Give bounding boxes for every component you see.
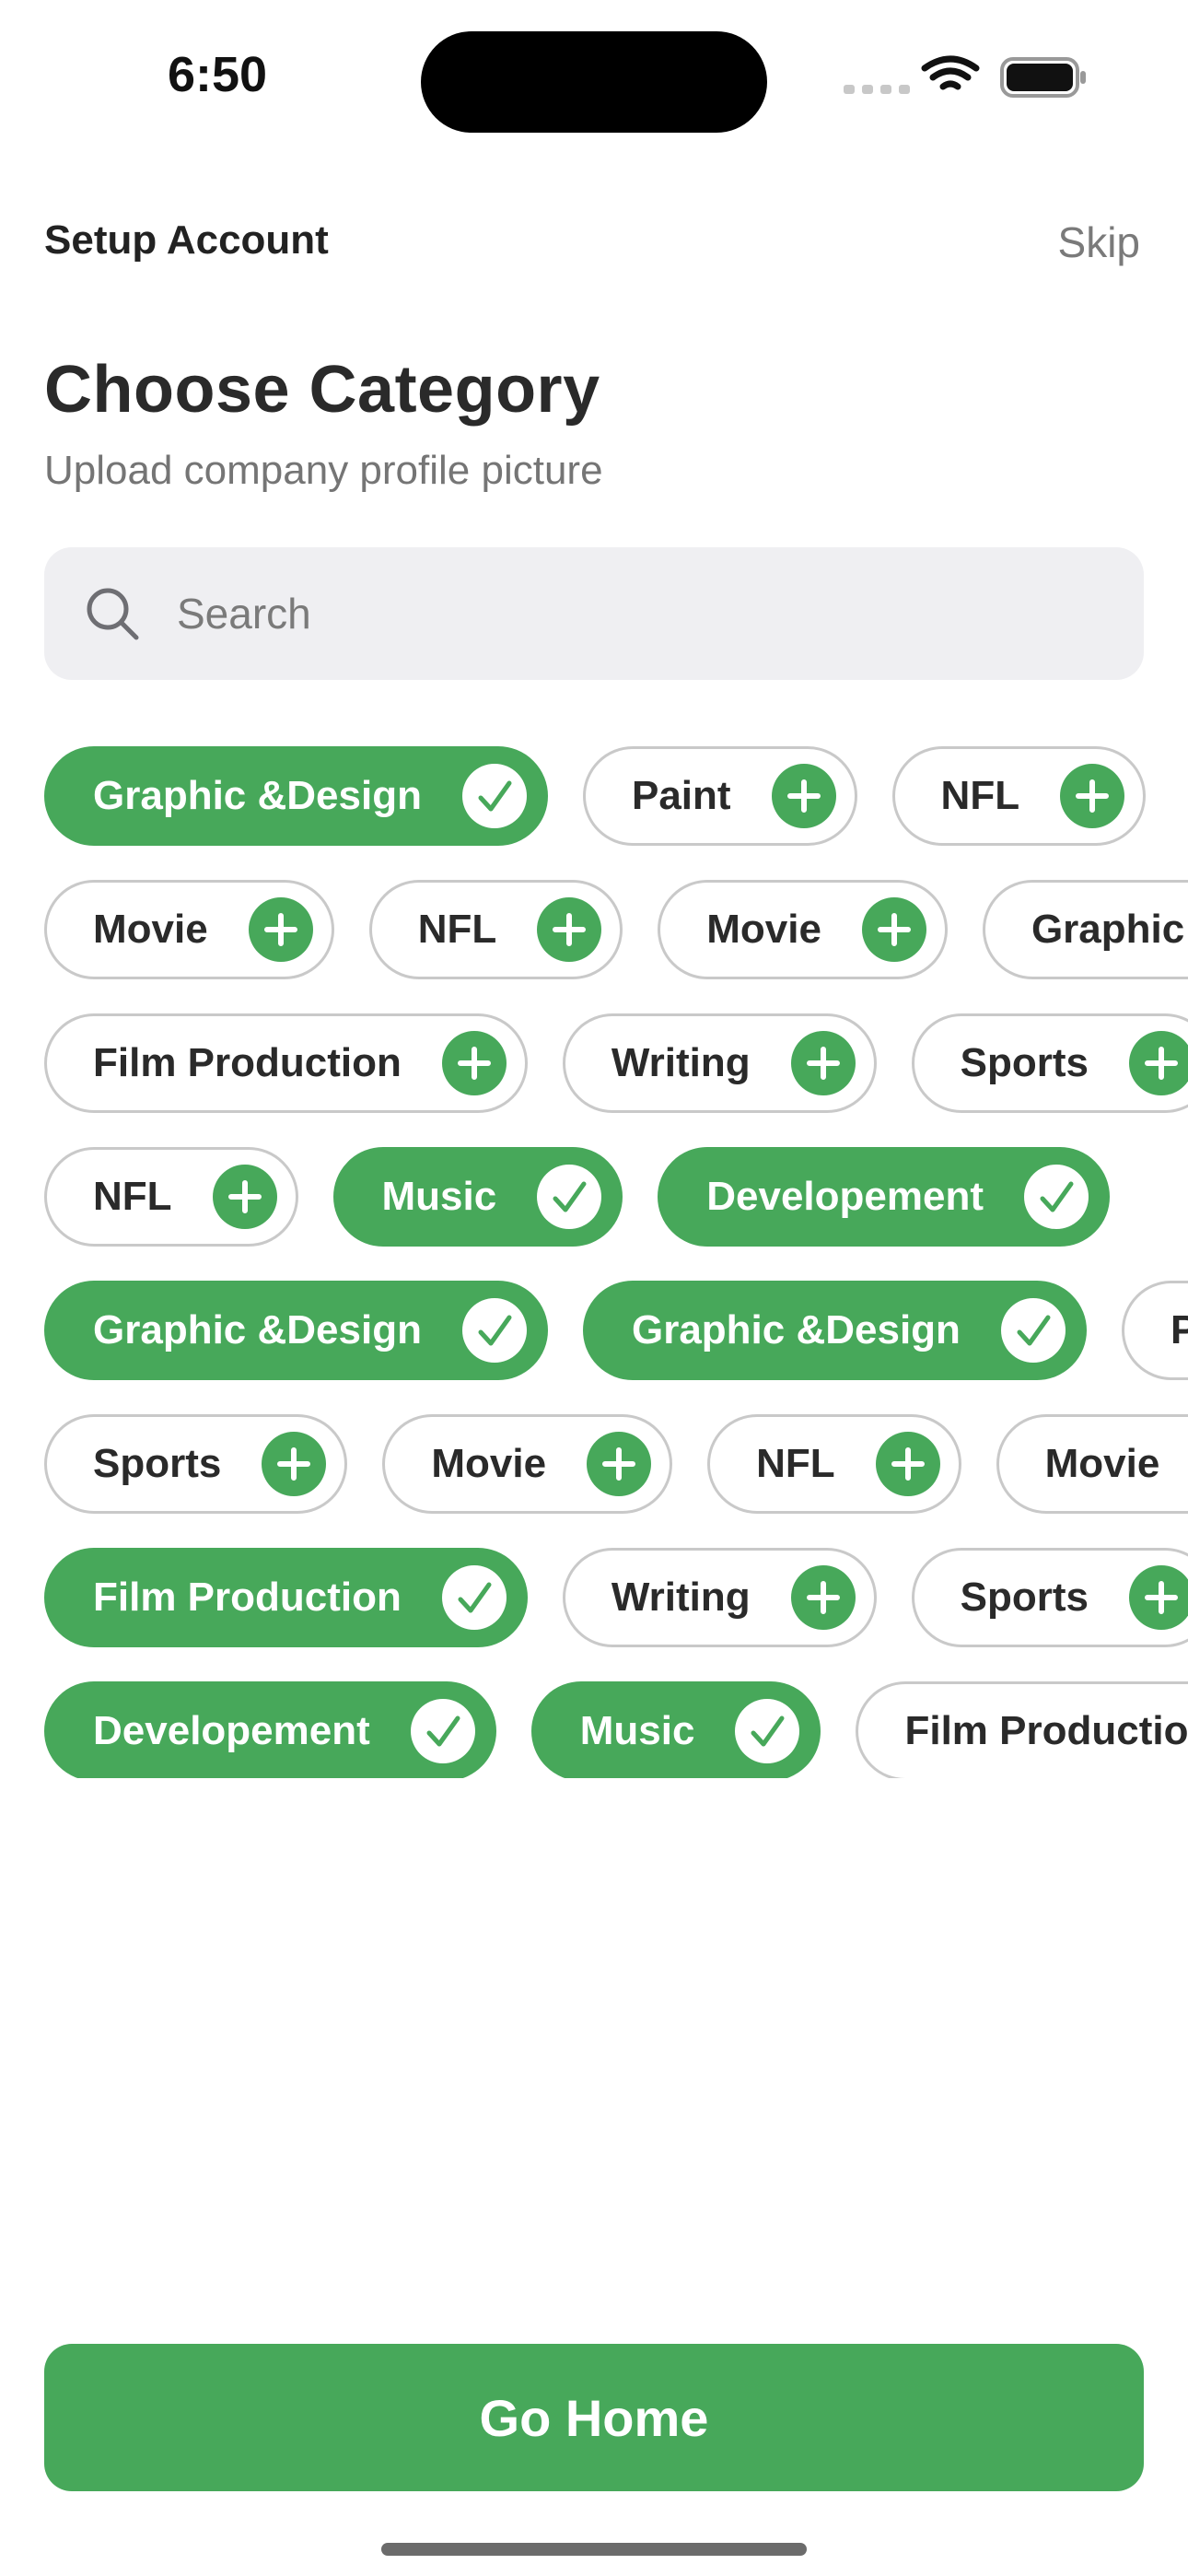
check-icon <box>410 1699 475 1763</box>
category-chip[interactable]: Graphic &Design <box>44 746 548 846</box>
header-title: Setup Account <box>44 217 329 263</box>
check-icon <box>735 1699 800 1763</box>
plus-icon <box>262 1432 327 1496</box>
category-chip[interactable]: Sports <box>911 1013 1188 1113</box>
chip-label: Movie <box>1044 1441 1160 1486</box>
chip-label: Sports <box>960 1575 1089 1620</box>
chip-row: Movie NFL Movie Graphic &Design <box>44 880 1188 979</box>
check-icon <box>441 1565 507 1630</box>
category-chip[interactable]: Sports <box>44 1414 348 1514</box>
chip-label: Developement <box>93 1708 370 1753</box>
chip-label: Developement <box>706 1174 984 1219</box>
plus-icon <box>861 897 926 962</box>
chip-row: NFL Music Developement <box>44 1147 1145 1247</box>
chip-label: Music <box>381 1174 497 1219</box>
chip-label: Graphic &Design <box>93 773 422 818</box>
wifi-icon <box>921 55 980 90</box>
skip-button[interactable]: Skip <box>1058 217 1140 267</box>
category-chip[interactable]: NFL <box>891 746 1147 846</box>
page-title: Choose Category <box>44 353 600 427</box>
plus-icon <box>1060 764 1125 828</box>
chip-label: Paint <box>631 773 731 818</box>
plus-icon <box>1128 1565 1188 1630</box>
category-chip[interactable]: Developement <box>44 1681 496 1778</box>
plus-icon <box>441 1031 507 1095</box>
chip-label: Movie <box>706 907 821 952</box>
category-chip[interactable]: Graphic &Design <box>982 880 1188 979</box>
chip-row: Film Production Writing Sports <box>44 1548 1188 1647</box>
chip-row: Graphic &Design Graphic &Design Paint <box>44 1281 1188 1380</box>
chip-label: Sports <box>93 1441 222 1486</box>
check-icon <box>1000 1298 1066 1363</box>
category-chip[interactable]: Music <box>332 1147 623 1247</box>
chip-label: NFL <box>756 1441 835 1486</box>
category-chip[interactable]: Movie <box>996 1414 1188 1514</box>
chip-label: Paint <box>1170 1307 1188 1352</box>
category-chip[interactable]: NFL <box>44 1147 298 1247</box>
check-icon <box>1024 1165 1089 1229</box>
chip-label: Writing <box>611 1040 751 1085</box>
chip-label: NFL <box>417 907 497 952</box>
plus-icon <box>248 897 313 962</box>
chip-label: Graphic &Design <box>93 1307 422 1352</box>
category-chip[interactable]: Writing <box>562 1548 877 1647</box>
category-chip[interactable]: Paint <box>1121 1281 1188 1380</box>
category-chip[interactable]: Movie <box>658 880 948 979</box>
chip-label: Movie <box>431 1441 547 1486</box>
category-chip[interactable]: Graphic &Design <box>582 1281 1087 1380</box>
chip-label: NFL <box>940 773 1020 818</box>
category-chip[interactable]: Developement <box>658 1147 1110 1247</box>
category-chip[interactable]: NFL <box>707 1414 961 1514</box>
plus-icon <box>1128 1031 1188 1095</box>
category-chip[interactable]: Music <box>530 1681 821 1778</box>
plus-icon <box>587 1432 652 1496</box>
dynamic-island <box>421 31 767 133</box>
category-chip[interactable]: Film Production <box>44 1548 528 1647</box>
status-time: 6:50 <box>168 47 268 102</box>
plus-icon <box>537 897 602 962</box>
search-icon <box>87 588 139 640</box>
chip-row: Graphic &Design Paint NFL <box>44 746 1181 846</box>
page-subtitle: Upload company profile picture <box>44 448 603 493</box>
chip-label: NFL <box>93 1174 172 1219</box>
chip-row: Sports Movie NFL Movie <box>44 1414 1188 1514</box>
chip-label: Music <box>579 1708 695 1753</box>
home-indicator <box>381 2543 807 2556</box>
chip-label: Movie <box>93 907 208 952</box>
category-chip[interactable]: Writing <box>562 1013 877 1113</box>
chip-label: Graphic &Design <box>1031 907 1188 952</box>
category-chip[interactable]: Film Production <box>856 1681 1188 1778</box>
category-chip[interactable]: Paint <box>582 746 857 846</box>
category-chip[interactable]: Sports <box>911 1548 1188 1647</box>
search-bar[interactable] <box>44 547 1144 680</box>
check-icon <box>537 1165 602 1229</box>
category-chip[interactable]: Graphic &Design <box>44 1281 548 1380</box>
chip-label: Writing <box>611 1575 751 1620</box>
search-input[interactable] <box>175 588 1007 639</box>
plus-icon <box>771 764 836 828</box>
go-home-button[interactable]: Go Home <box>44 2344 1144 2491</box>
category-chip[interactable]: Film Production <box>44 1013 528 1113</box>
plus-icon <box>790 1565 856 1630</box>
plus-icon <box>212 1165 277 1229</box>
category-chip[interactable]: NFL <box>368 880 623 979</box>
plus-icon <box>790 1031 856 1095</box>
status-icons <box>844 55 1086 98</box>
chip-label: Sports <box>960 1040 1089 1085</box>
check-icon <box>461 1298 527 1363</box>
category-chips: Graphic &Design Paint NFL Movie NFL Movie Grap… <box>0 746 1188 1778</box>
chip-label: Film Production <box>93 1040 402 1085</box>
chip-label: Graphic &Design <box>631 1307 961 1352</box>
category-chip[interactable]: Movie <box>44 880 334 979</box>
signal-icon <box>844 85 910 94</box>
chip-label: Film Production <box>904 1708 1188 1753</box>
chip-row: Developement Music Film Production <box>44 1681 1188 1778</box>
category-chip[interactable]: Movie <box>382 1414 673 1514</box>
check-icon <box>461 764 527 828</box>
chip-row: Film Production Writing Sports <box>44 1013 1188 1113</box>
chip-label: Film Production <box>93 1575 402 1620</box>
plus-icon <box>875 1432 940 1496</box>
